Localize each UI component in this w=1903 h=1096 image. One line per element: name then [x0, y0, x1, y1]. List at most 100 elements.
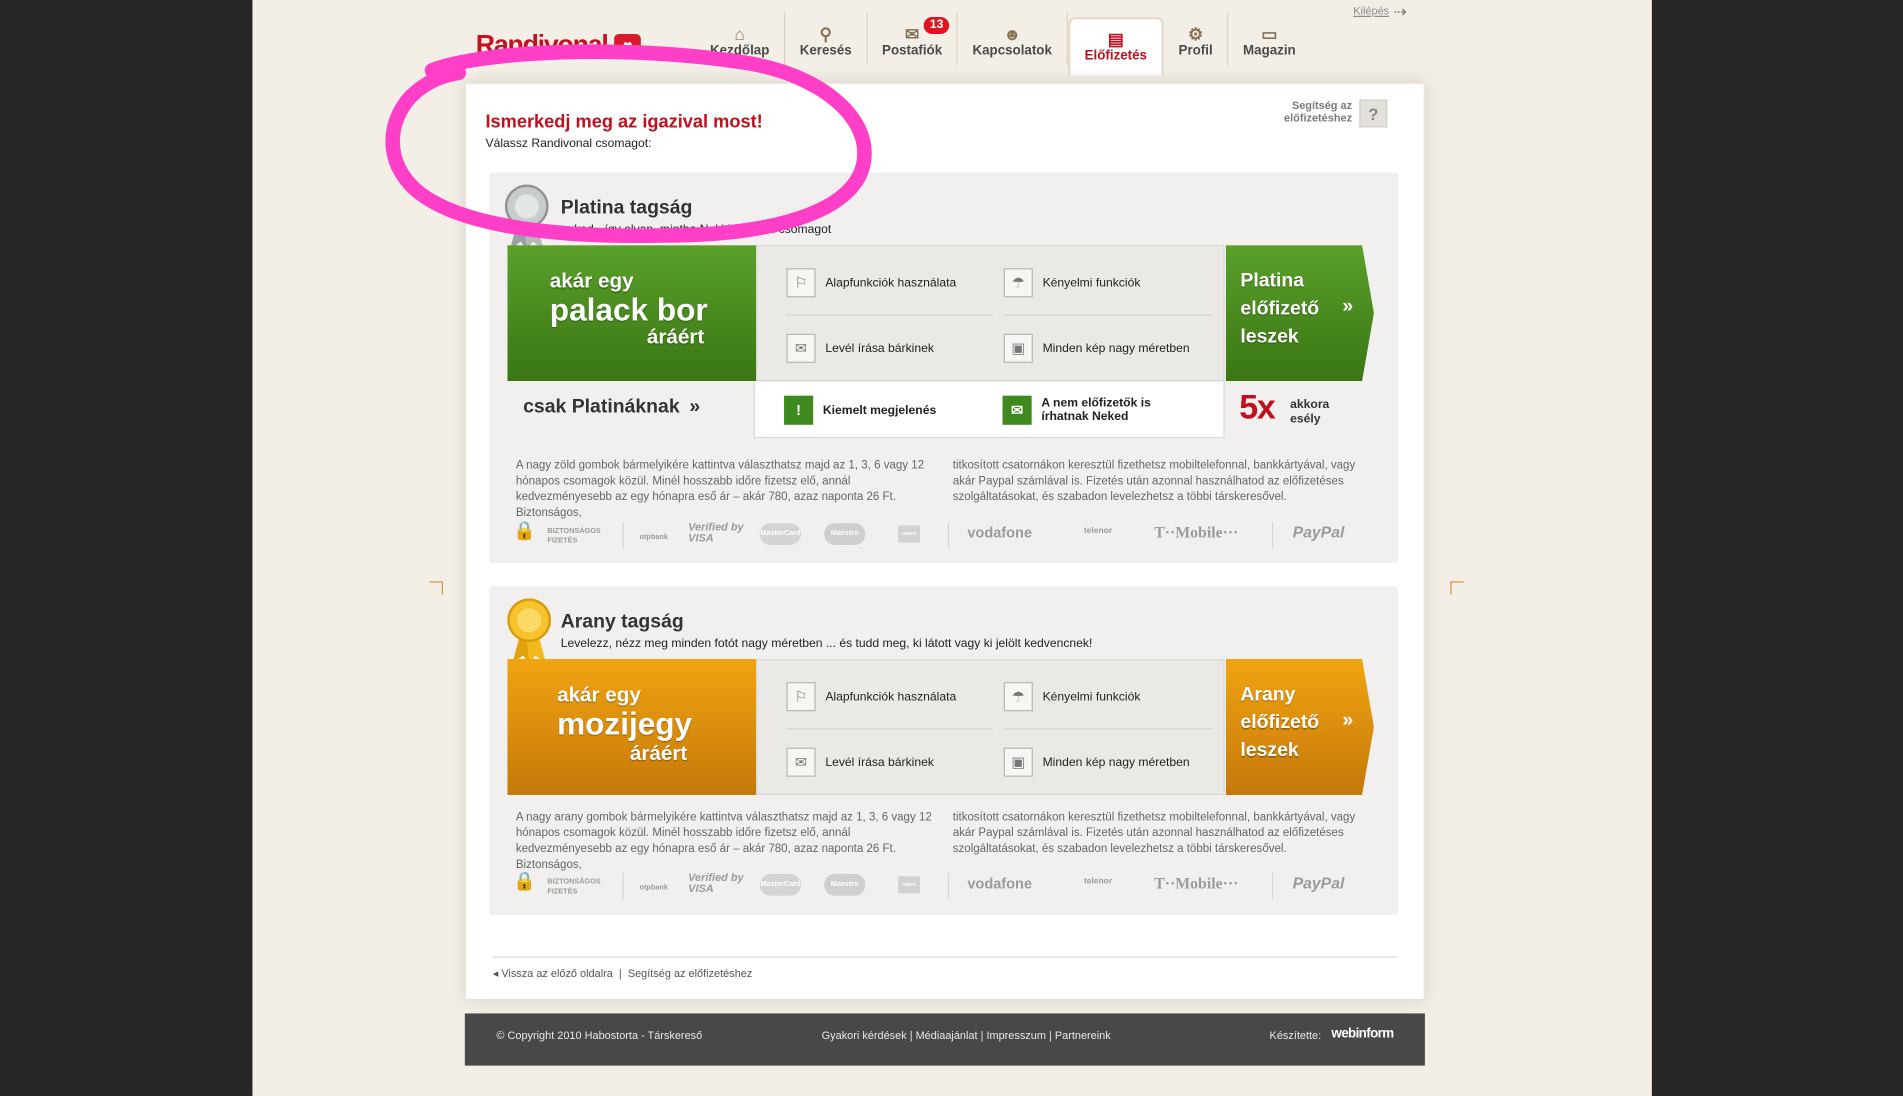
- gear-icon: ⚙: [1187, 24, 1204, 44]
- divider: [786, 728, 993, 730]
- contacts-icon: ☻: [1003, 24, 1022, 44]
- site-footer: © Copyright 2010 Habostorta - Társkereső…: [464, 1013, 1425, 1066]
- user-icon: ⚐: [786, 268, 816, 298]
- crop-mark: [429, 581, 444, 595]
- promo-line: akár egy: [557, 683, 641, 707]
- promo-line: áráért: [629, 741, 688, 765]
- feature-item: ☂ Kényelmi funkciók: [1003, 682, 1140, 712]
- nav-magazine[interactable]: ▭ Magazin: [1228, 12, 1310, 65]
- feature-item: ! Kiemelt megjelenés: [784, 395, 936, 425]
- faq-link[interactable]: Gyakori kérdések: [822, 1029, 907, 1041]
- unread-badge: 13: [923, 16, 950, 34]
- nav-profile[interactable]: ⚙ Profil: [1164, 12, 1229, 66]
- wallet-icon: ▤: [1107, 29, 1124, 49]
- site-logo[interactable]: Randivonal ♥: [476, 29, 641, 61]
- screen: Randivonal ♥ ⌂ Kezdőlap ⚲ Keresés ✉ 13 Posta…: [0, 0, 1903, 1096]
- nav-contacts[interactable]: ☻ Kapcsolatok: [958, 12, 1068, 66]
- umbrella-icon: ☂: [1003, 268, 1033, 298]
- payment-logos: 🔒 BIZTONSÁGOS FIZETÉS otpbank Verified b…: [513, 870, 1363, 906]
- gold-medal-icon: [507, 598, 552, 664]
- lock-icon: 🔒: [513, 871, 537, 893]
- platinum-description-right: titkosított csatornákon keresztül fizeth…: [952, 458, 1356, 504]
- right-backdrop: [1651, 0, 1903, 1096]
- logout-link[interactable]: Kilépés: [1353, 5, 1389, 17]
- chevron-right-icon: »: [689, 396, 701, 418]
- gold-description-left: A nagy arany gombok bármelyikére kattint…: [515, 810, 932, 872]
- photo-icon: ▣: [1003, 747, 1033, 777]
- made-by-label: Készítette:: [1269, 1029, 1322, 1042]
- nav-mailbox[interactable]: ✉ 13 Postafiók: [867, 12, 958, 66]
- feature-item: ✉ Levél írása bárkinek: [786, 333, 934, 363]
- copyright: © Copyright 2010 Habostorta - Társkereső: [496, 1029, 703, 1042]
- lock-icon: 🔒: [513, 520, 537, 542]
- nav-label: Kapcsolatok: [972, 43, 1052, 59]
- help-link[interactable]: Segítség az előfizetéshez: [1262, 100, 1352, 124]
- chevron-right-icon: »: [1342, 710, 1354, 731]
- divider: [492, 956, 1399, 958]
- gold-description-right: titkosított csatornákon keresztül fizeth…: [952, 810, 1356, 856]
- gold-promo-arrow[interactable]: akár egy mozijegy áráért: [507, 659, 770, 795]
- feature-item: ⚐ Alapfunkciók használata: [786, 268, 956, 298]
- feature-item: ☂ Kényelmi funkciók: [1003, 268, 1140, 298]
- divider: [1003, 728, 1213, 730]
- cta-label: Platina előfizető leszek: [1240, 270, 1320, 348]
- feature-item: ▣ Minden kép nagy méretben: [1003, 333, 1190, 363]
- media-link[interactable]: Médiaajánlat: [916, 1029, 978, 1041]
- platinum-extra-features: ! Kiemelt megjelenés ✉ A nem előfizetők is…: [753, 382, 1225, 439]
- cta-label: Arany előfizető leszek: [1240, 684, 1320, 761]
- search-icon: ⚲: [819, 24, 832, 44]
- platinum-description-left: A nagy zöld gombok bármelyikére kattintv…: [515, 458, 925, 520]
- promo-line: mozijegy: [557, 705, 693, 742]
- logout-icon[interactable]: ⇢: [1393, 2, 1406, 21]
- nav-subscription[interactable]: ▤ Előfizetés: [1067, 16, 1164, 76]
- divider: [786, 314, 993, 316]
- heart-icon: ♥: [613, 33, 641, 59]
- footer-links: Gyakori kérdések | Médiaajánlat | Impres…: [821, 1029, 1111, 1042]
- feature-item: ✉ Levél írása bárkinek: [786, 747, 934, 777]
- platinum-features: ⚐ Alapfunkciók használata ☂ Kényelmi funkc…: [756, 245, 1225, 382]
- platinum-promo-arrow[interactable]: akár egy palack bor áráért: [507, 245, 770, 382]
- nav-label: Előfizetés: [1084, 48, 1147, 64]
- back-link[interactable]: Vissza az előző oldalra: [501, 967, 613, 979]
- platinum-subscribe-button[interactable]: Platina előfizető leszek »: [1225, 245, 1374, 382]
- bottom-help-link[interactable]: Segítség az előfizetéshez: [628, 967, 752, 979]
- umbrella-icon: ☂: [1003, 682, 1033, 712]
- promo-line: palack bor: [549, 291, 708, 328]
- nav-search[interactable]: ⚲ Keresés: [785, 12, 868, 66]
- left-backdrop: [0, 0, 253, 1096]
- gold-subscribe-button[interactable]: Arany előfizető leszek »: [1225, 659, 1374, 795]
- highlight-icon: !: [784, 395, 814, 425]
- book-icon: ▭: [1261, 24, 1278, 44]
- bottom-links: ◂ Vissza az előző oldalra | Segítség az …: [492, 967, 753, 980]
- maker-logo[interactable]: webinform: [1331, 1027, 1394, 1042]
- photo-icon: ▣: [1003, 333, 1033, 363]
- gold-subtitle: Levelezz, nézz meg minden fotót nagy mér…: [560, 637, 1093, 651]
- mail-arrow-icon: ✉: [1002, 395, 1032, 425]
- page-subtitle: Válassz Randivonal csomagot:: [485, 137, 652, 151]
- main-nav: ⌂ Kezdőlap ⚲ Keresés ✉ 13 Postafiók ☻ Kapcsol…: [695, 12, 1310, 76]
- nav-home[interactable]: ⌂ Kezdőlap: [695, 12, 786, 66]
- platinum-subtitle: neked - így olyan, mintha Neki is vennél…: [560, 223, 832, 237]
- crop-mark: [1450, 581, 1464, 595]
- feature-item: ⚐ Alapfunkciók használata: [786, 682, 956, 712]
- nav-label: Keresés: [799, 43, 852, 59]
- gold-title: Arany tagság: [560, 611, 684, 633]
- help-button[interactable]: ?: [1359, 99, 1388, 128]
- platinum-medal-icon: [504, 184, 549, 251]
- envelope-icon: ✉: [786, 333, 816, 363]
- back-arrow-icon[interactable]: ◂: [493, 967, 498, 979]
- partners-link[interactable]: Partnereink: [1055, 1029, 1111, 1041]
- nav-label: Profil: [1178, 43, 1213, 59]
- gold-features: ⚐ Alapfunkciók használata ☂ Kényelmi funkc…: [756, 659, 1225, 795]
- payment-logos: 🔒 BIZTONSÁGOS FIZETÉS otpbank Verified b…: [513, 519, 1363, 555]
- page-title: Ismerkedj meg az igazival most!: [485, 111, 763, 133]
- imprint-link[interactable]: Impresszum: [986, 1029, 1045, 1041]
- divider: [1003, 314, 1213, 316]
- platinum-title: Platina tagság: [560, 197, 693, 219]
- nav-label: Kezdőlap: [710, 43, 770, 59]
- promo-line: akár egy: [549, 269, 634, 293]
- feature-item: ▣ Minden kép nagy méretben: [1003, 747, 1190, 777]
- home-icon: ⌂: [734, 24, 745, 44]
- platinum-only-label: csak Platináknak»: [523, 396, 701, 418]
- nav-label: Magazin: [1243, 43, 1296, 59]
